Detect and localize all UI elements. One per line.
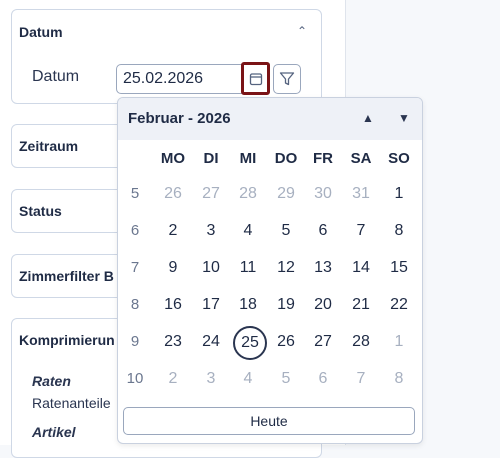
day-cell[interactable]: 28 [343,333,379,351]
day-cell[interactable]: 8 [381,222,417,240]
weekday-header: MI [239,150,257,167]
weekday-header: FR [313,150,333,167]
day-cell[interactable]: 13 [305,259,341,277]
triangle-down-icon[interactable]: ▼ [398,111,410,125]
day-cell[interactable]: 16 [155,296,191,314]
panel-title-zimmerfilter[interactable]: Zimmerfilter B [19,268,114,284]
date-input[interactable]: 25.02.2026 [116,64,243,94]
day-cell[interactable]: 23 [155,333,191,351]
day-cell[interactable]: 7 [343,370,379,388]
panel-title-status[interactable]: Status [19,203,62,219]
day-cell[interactable]: 1 [381,333,417,351]
filter-icon [279,72,295,86]
day-cell[interactable]: 6 [305,370,341,388]
datum-field-label: Datum [32,68,80,85]
raten-label: Raten [32,373,71,389]
date-picker-header: Februar - 2026 ▲ ▼ [118,98,422,140]
weekday-header: DI [203,150,219,167]
day-cell[interactable]: 31 [343,185,379,203]
day-cell[interactable]: 29 [268,185,304,203]
day-cell[interactable]: 17 [193,296,229,314]
calendar-button[interactable] [241,62,270,95]
day-cell[interactable]: 7 [343,222,379,240]
day-cell[interactable]: 26 [155,185,191,203]
day-cell[interactable]: 26 [268,333,304,351]
week-number: 5 [130,185,140,202]
day-cell[interactable]: 3 [193,370,229,388]
day-cell[interactable]: 24 [193,333,229,351]
date-picker-popup: Februar - 2026 ▲ ▼ MO DI MI DO FR SA SO 5 26 27 28… [117,97,423,444]
filter-button[interactable] [273,64,301,94]
day-cell[interactable]: 6 [305,222,341,240]
weekday-header: DO [274,150,298,167]
weekday-header: SA [350,150,372,167]
triangle-up-icon[interactable]: ▲ [362,111,374,125]
weekday-header: SO [388,150,410,167]
week-number: 7 [130,259,140,276]
day-cell[interactable]: 27 [193,185,229,203]
weekday-header: MO [160,150,186,167]
day-cell[interactable]: 10 [193,259,229,277]
month-year-title[interactable]: Februar - 2026 [128,110,231,127]
day-cell[interactable]: 5 [268,222,304,240]
day-cell[interactable]: 2 [155,222,191,240]
panel-title-zeitraum[interactable]: Zeitraum [19,138,78,154]
day-cell[interactable]: 1 [381,185,417,203]
day-cell[interactable]: 5 [268,370,304,388]
panel-title-komprimierung[interactable]: Komprimierun [19,332,115,348]
day-cell[interactable]: 14 [343,259,379,277]
day-cell[interactable]: 21 [343,296,379,314]
artikel-label: Artikel [32,424,76,440]
week-number: 9 [130,333,140,350]
day-cell[interactable]: 4 [230,370,266,388]
day-cell[interactable]: 15 [381,259,417,277]
calendar-icon [249,72,262,85]
chevron-up-icon[interactable]: ⌃ [297,24,307,38]
day-cell[interactable]: 3 [193,222,229,240]
day-cell[interactable]: 20 [305,296,341,314]
week-number: 10 [126,370,144,387]
today-button[interactable]: Heute [123,407,415,435]
day-cell-selected[interactable]: 25 [233,326,267,360]
day-cell[interactable]: 2 [155,370,191,388]
day-cell[interactable]: 30 [305,185,341,203]
day-cell[interactable]: 27 [305,333,341,351]
day-cell[interactable]: 28 [230,185,266,203]
day-cell[interactable]: 8 [381,370,417,388]
day-cell[interactable]: 11 [230,259,266,277]
raten-value[interactable]: Ratenanteile [32,395,111,411]
day-cell[interactable]: 12 [268,259,304,277]
panel-title-datum[interactable]: Datum [19,24,63,40]
day-cell[interactable]: 22 [381,296,417,314]
day-cell[interactable]: 18 [230,296,266,314]
week-number: 8 [130,296,140,313]
week-number: 6 [130,222,140,239]
day-cell[interactable]: 19 [268,296,304,314]
day-cell[interactable]: 4 [230,222,266,240]
day-cell[interactable]: 9 [155,259,191,277]
